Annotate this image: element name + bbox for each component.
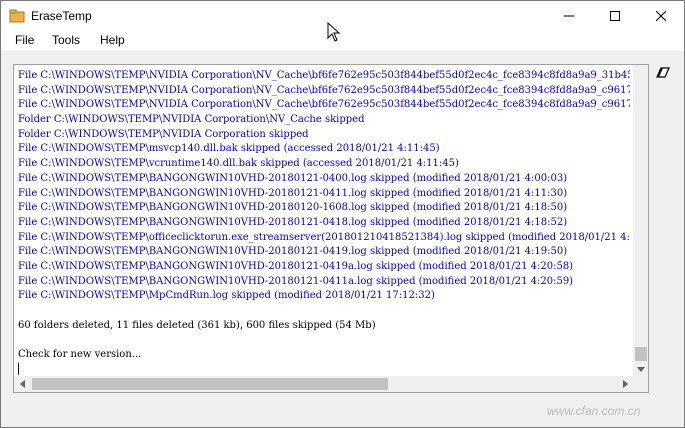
log-line: File C:\WINDOWS\TEMP\BANGONGWIN10VHD-201… [18,216,568,228]
scroll-right-button[interactable] [617,376,633,392]
vertical-scrollbar[interactable] [633,65,648,376]
title-bar[interactable]: EraseTemp [1,1,684,31]
mouse-cursor-icon [327,22,341,42]
log-line: File C:\WINDOWS\TEMP\BANGONGWIN10VHD-201… [18,172,568,184]
erasetemp-app-icon [9,8,25,24]
app-window: EraseTemp File Tools Help File C:\WINDOW… [0,0,685,428]
log-line: File C:\WINDOWS\TEMP\NVIDIA Corporation\… [18,99,630,111]
horizontal-scroll-thumb[interactable] [32,378,388,390]
window-title: EraseTemp [31,9,92,23]
log-caret-line [18,363,630,377]
maximize-icon [610,11,620,21]
log-blank-line [18,304,630,319]
minimize-icon [564,15,574,17]
scroll-down-button[interactable] [633,362,648,376]
log-line: File C:\WINDOWS\TEMP\BANGONGWIN10VHD-201… [18,260,574,272]
maximize-button[interactable] [592,1,638,31]
watermark-text: www.cfan.com.cn [547,404,641,418]
close-icon [656,11,666,21]
menu-file[interactable]: File [15,33,34,47]
text-caret [18,363,19,376]
log-line: File C:\WINDOWS\TEMP\msvcp140.dll.bak sk… [18,143,440,155]
log-line: Folder C:\WINDOWS\TEMP\NVIDIA Corporatio… [18,128,309,140]
log-output-box[interactable]: File C:\WINDOWS\TEMP\NVIDIA Corporation\… [13,64,649,393]
minimize-button[interactable] [546,1,592,31]
log-line: File C:\WINDOWS\TEMP\BANGONGWIN10VHD-201… [18,202,568,214]
log-line: File C:\WINDOWS\TEMP\BANGONGWIN10VHD-201… [18,275,574,287]
log-line: 60 folders deleted, 11 files deleted (36… [18,319,376,331]
log-line: File C:\WINDOWS\TEMP\officeclicktorun.ex… [18,231,630,243]
log-line: File C:\WINDOWS\TEMP\BANGONGWIN10VHD-201… [18,187,568,199]
scrollbar-corner [633,376,648,392]
vertical-scroll-thumb[interactable] [635,347,647,361]
menu-bar: File Tools Help [1,31,684,51]
log-line: File C:\WINDOWS\TEMP\NVIDIA Corporation\… [18,70,630,81]
log-line: Folder C:\WINDOWS\TEMP\NVIDIA Corporatio… [18,114,365,126]
log-line: File C:\WINDOWS\TEMP\vcruntime140.dll.ba… [18,158,459,170]
log-blank-line [18,333,630,348]
log-line: File C:\WINDOWS\TEMP\NVIDIA Corporation\… [18,84,630,96]
close-button[interactable] [638,1,684,31]
chevron-down-icon [637,366,645,372]
chevron-right-icon [622,380,628,388]
chevron-left-icon [19,380,25,388]
horizontal-scrollbar[interactable] [14,376,633,392]
menu-help[interactable]: Help [100,33,125,47]
log-line: File C:\WINDOWS\TEMP\MpCmdRun.log skippe… [18,290,435,302]
log-lines: File C:\WINDOWS\TEMP\NVIDIA Corporation\… [18,69,630,377]
scroll-left-button[interactable] [14,376,30,392]
log-line: Check for new version... [18,349,142,361]
eraser-icon[interactable] [656,66,670,78]
log-line: File C:\WINDOWS\TEMP\BANGONGWIN10VHD-201… [18,246,568,258]
menu-tools[interactable]: Tools [52,33,80,47]
